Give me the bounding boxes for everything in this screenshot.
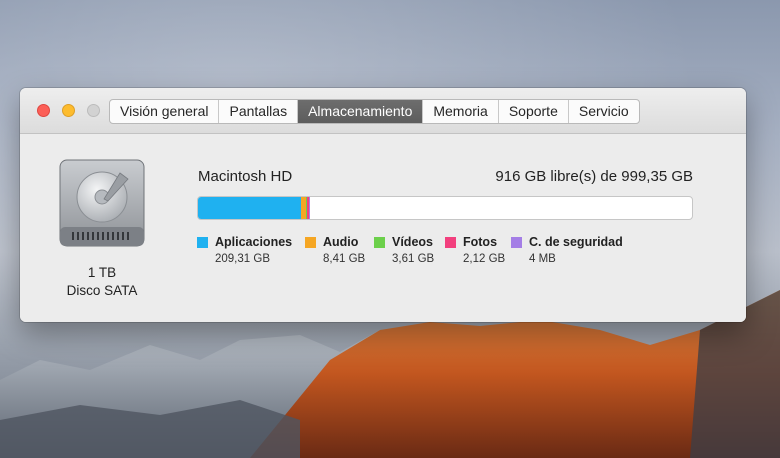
legend-swatch — [374, 237, 385, 248]
tab-vision-general[interactable]: Visión general — [110, 100, 220, 123]
legend-label: Vídeos — [392, 235, 433, 249]
minimize-button[interactable] — [62, 104, 75, 117]
disk-capacity: 1 TB — [87, 265, 117, 280]
titlebar: Visión general Pantallas Almacenamiento … — [20, 88, 746, 134]
close-button[interactable] — [37, 104, 50, 117]
usage-segment-4 — [308, 197, 311, 219]
about-this-mac-window: Visión general Pantallas Almacenamiento … — [20, 88, 746, 322]
tab-servicio[interactable]: Servicio — [569, 100, 639, 123]
legend-label: Aplicaciones — [215, 235, 293, 249]
free-space-text: 916 GB libre(s) de 999,35 GB — [495, 168, 693, 185]
legend-label: Fotos — [463, 235, 498, 249]
tab-memoria[interactable]: Memoria — [423, 100, 499, 123]
legend-value: 4 MB — [529, 253, 556, 265]
volume-name: Macintosh HD — [198, 168, 293, 185]
tab-almacenamiento[interactable]: Almacenamiento — [298, 100, 424, 123]
storage-panel: 1 TB Disco SATA Macintosh HD 916 GB libr… — [20, 134, 746, 322]
disk-type: Disco SATA — [66, 283, 138, 298]
zoom-button[interactable] — [87, 104, 100, 117]
disk-caption: 1 TB Disco SATA — [42, 264, 162, 300]
legend-swatch — [305, 237, 316, 248]
storage-usage-bar — [197, 196, 693, 220]
legend-label: C. de seguridad — [529, 235, 623, 249]
legend-swatch — [445, 237, 456, 248]
legend-swatch — [511, 237, 522, 248]
hard-drive-icon — [59, 159, 145, 247]
tab-soporte[interactable]: Soporte — [499, 100, 569, 123]
legend-label: Audio — [323, 235, 359, 249]
usage-segment-0 — [198, 197, 302, 219]
legend-value: 3,61 GB — [392, 253, 435, 265]
legend-value: 209,31 GB — [215, 253, 270, 265]
legend-value: 8,41 GB — [323, 253, 366, 265]
legend-value: 2,12 GB — [463, 253, 506, 265]
tab-pantallas[interactable]: Pantallas — [219, 100, 299, 123]
tab-bar: Visión general Pantallas Almacenamiento … — [109, 99, 640, 124]
legend-swatch — [197, 237, 208, 248]
